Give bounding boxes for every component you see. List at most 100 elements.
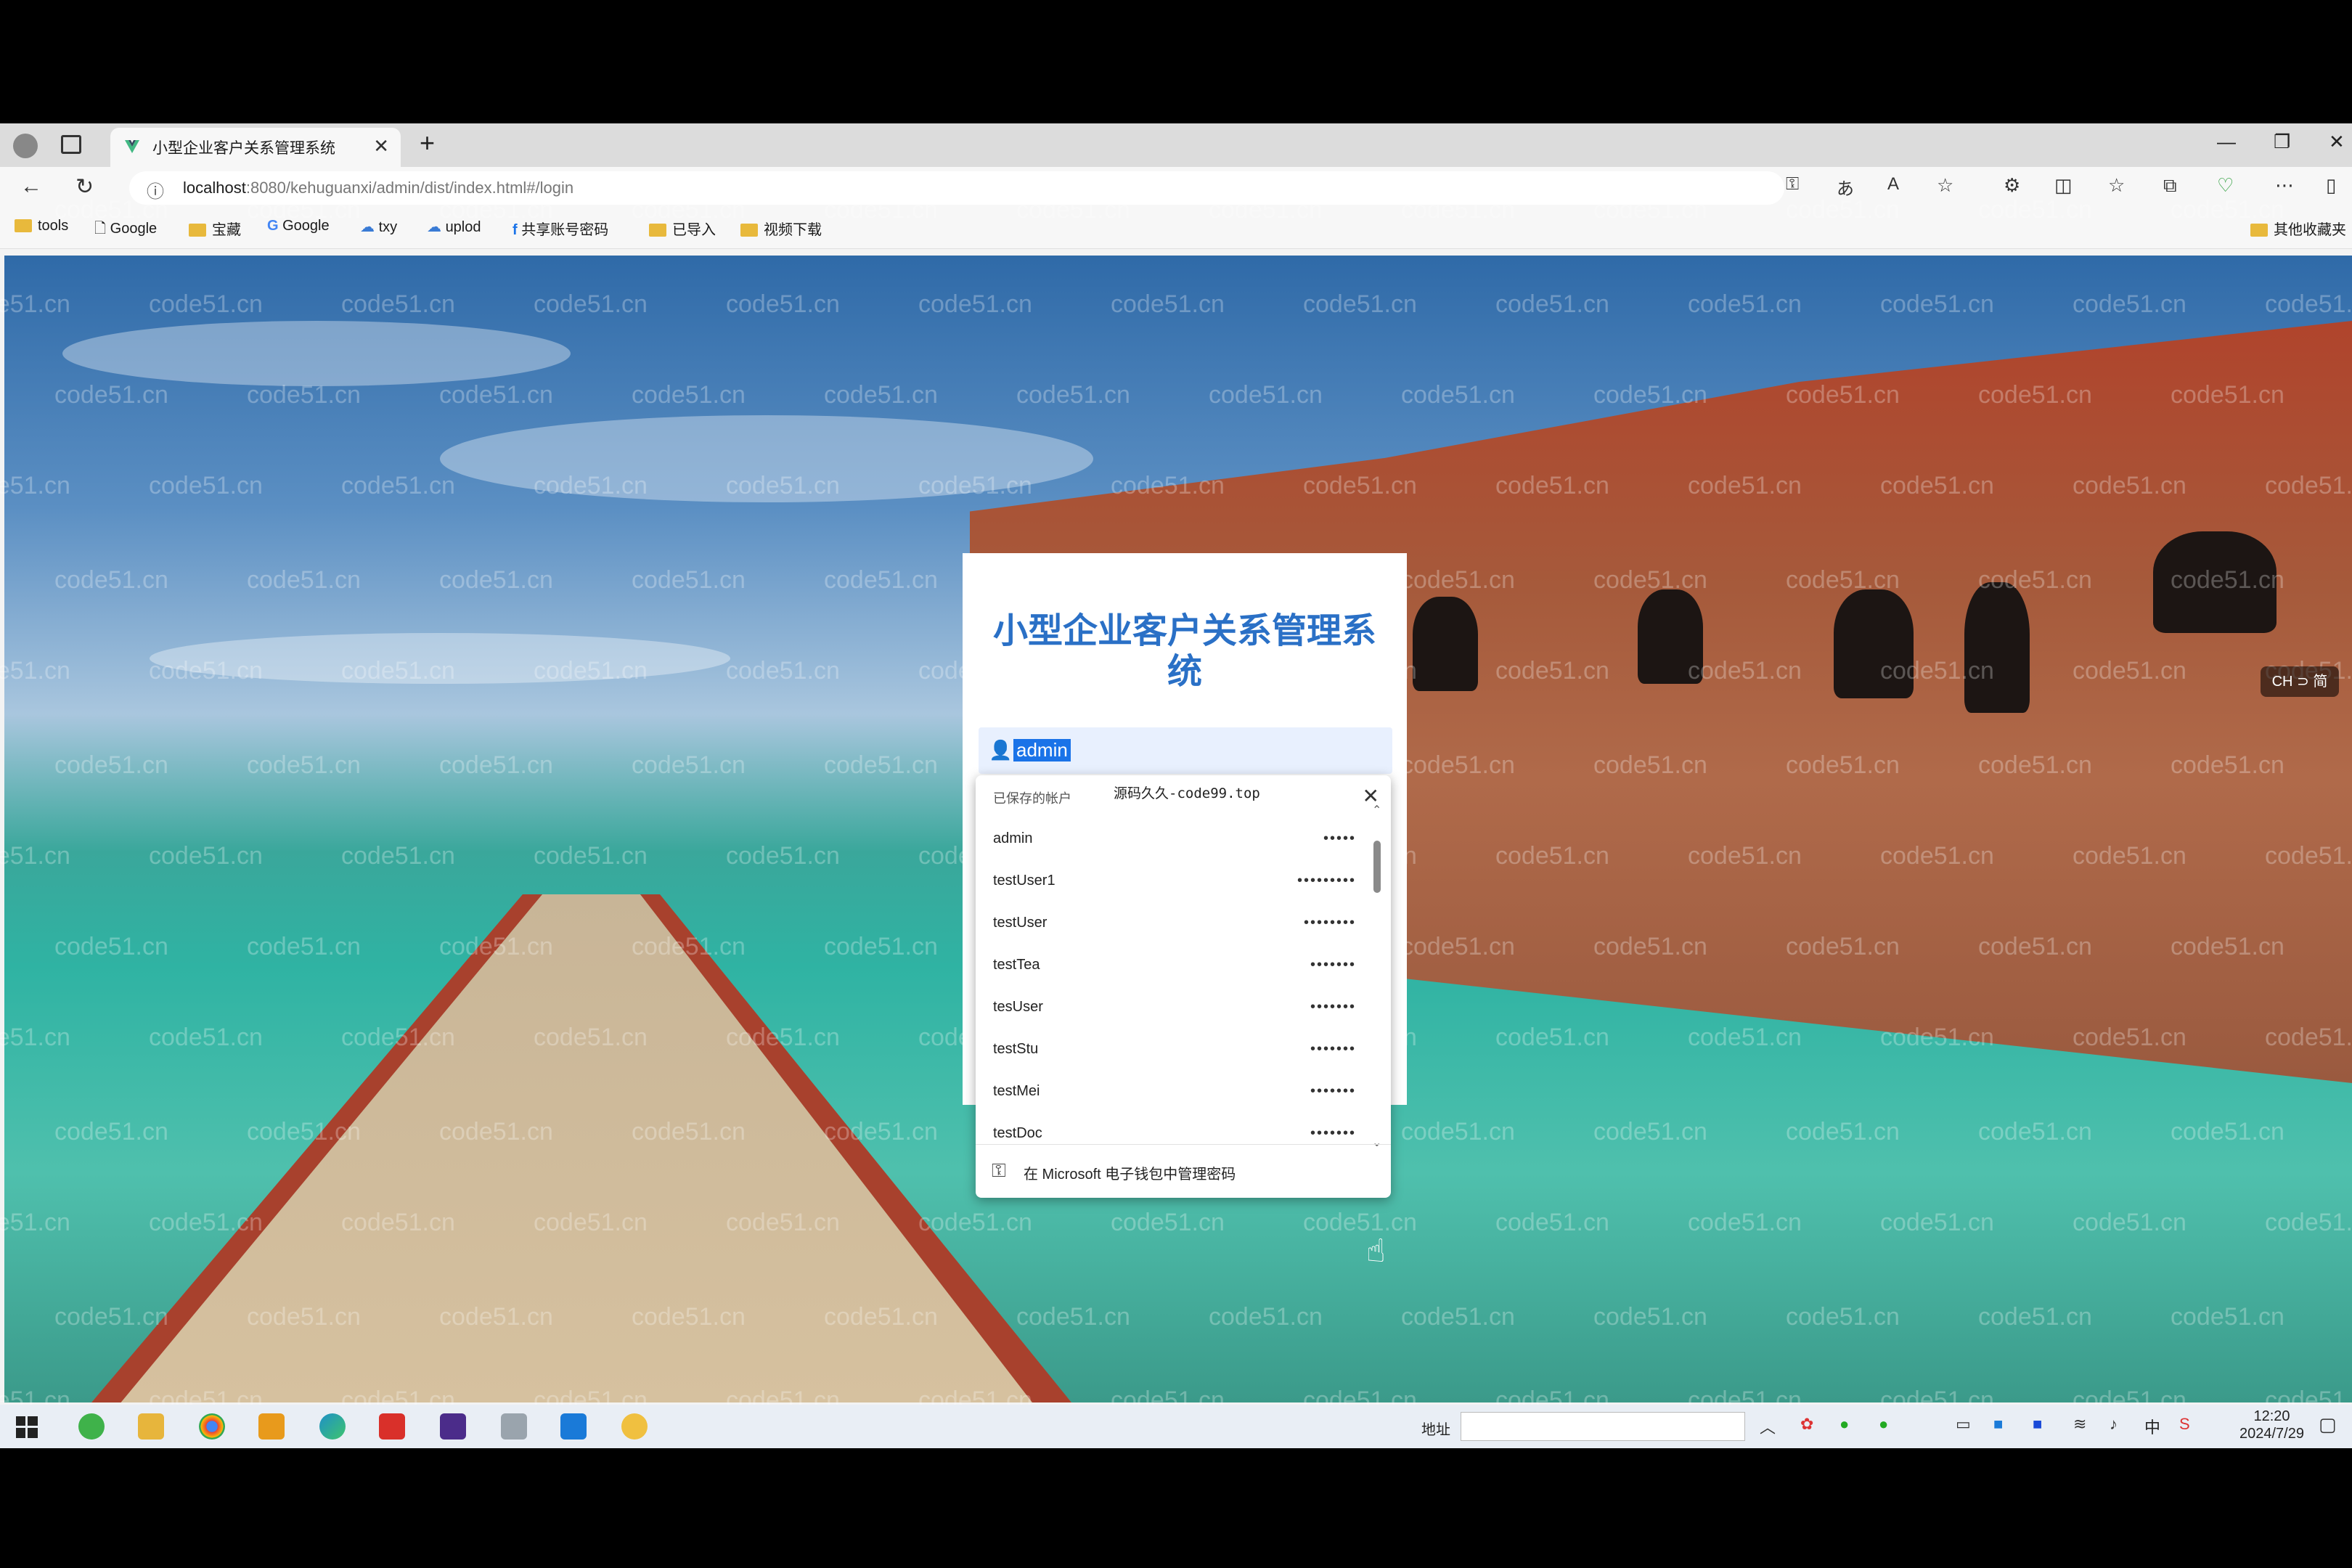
manage-passwords-label: 在 Microsoft 电子钱包中管理密码 — [1024, 1167, 1236, 1183]
bookmark-txy[interactable]: ☁ txy — [360, 218, 397, 236]
saved-account-password-mask: ••••••••• — [1297, 873, 1356, 889]
notification-icon[interactable]: ▢ — [2319, 1413, 2337, 1436]
tray-app-icon[interactable]: ■ — [2033, 1415, 2042, 1434]
feishu-icon: f — [513, 222, 522, 238]
google-icon: G — [267, 218, 283, 234]
bookmark-uplod[interactable]: ☁ uplod — [427, 218, 481, 236]
new-tab-button[interactable]: + — [420, 128, 435, 158]
cloud — [150, 633, 730, 684]
tray-chevron-icon[interactable]: ︿ — [1760, 1415, 1776, 1438]
manage-passwords-link[interactable]: ⚿ 在 Microsoft 电子钱包中管理密码 — [976, 1144, 1391, 1199]
split-screen-icon[interactable]: ◫ — [2054, 174, 2073, 197]
saved-account-item[interactable]: testTea ••••••• — [993, 948, 1356, 990]
url-field[interactable]: ⓘ localhost:8080/kehuguanxi/admin/dist/i… — [129, 171, 1784, 205]
more-menu-icon[interactable]: ⋯ — [2275, 174, 2294, 197]
windows-start-icon[interactable] — [16, 1416, 38, 1438]
saved-accounts-dropdown: 已保存的帐户 源码久久-code99.top ✕ admin ••••• testU… — [976, 775, 1391, 1198]
windows-taskbar: 地址 ︿ ✿ ● ● ▭ ■ ■ ≋ ♪ 中 S 12:20 2024/7/29… — [0, 1405, 2352, 1448]
clock[interactable]: 12:20 2024/7/29 — [2239, 1408, 2304, 1442]
key-icon: ⚿ — [992, 1159, 1006, 1181]
cloud-icon: ☁ — [360, 219, 379, 235]
bookmark-baozang[interactable]: 宝藏 — [189, 218, 241, 239]
saved-account-item[interactable]: testMei ••••••• — [993, 1074, 1356, 1116]
clock-date: 2024/7/29 — [2239, 1426, 2304, 1442]
read-aloud-icon[interactable]: A — [1887, 174, 1899, 195]
sogou-ime-icon[interactable]: S — [2179, 1415, 2190, 1434]
scroll-up-icon[interactable]: ⌃ — [1372, 803, 1381, 817]
saved-account-username: tesUser — [993, 999, 1043, 1015]
bookmark-google[interactable]: G Google — [267, 218, 330, 234]
saved-account-password-mask: ••••••• — [1310, 957, 1356, 973]
wps-icon[interactable] — [379, 1413, 405, 1440]
page-icon: 🗋 — [94, 221, 110, 237]
saved-account-item[interactable]: testStu ••••••• — [993, 1032, 1356, 1074]
saved-account-password-mask: ••••••• — [1310, 1083, 1356, 1099]
bookmark-google-page[interactable]: 🗋 Google — [94, 218, 157, 242]
scrollbar-thumb[interactable] — [1373, 841, 1381, 893]
bookmarks-bar: tools 🗋 Google 宝藏 G Google ☁ txy ☁ uplod… — [0, 209, 2352, 249]
saved-account-username: testStu — [993, 1041, 1039, 1057]
profile-avatar[interactable] — [13, 134, 38, 158]
saved-account-username: testMei — [993, 1083, 1040, 1099]
hand-cursor-icon: ☝ — [1366, 1233, 1386, 1269]
tray-app-icon[interactable]: ● — [1879, 1415, 1888, 1434]
saved-account-username: admin — [993, 830, 1033, 846]
refresh-icon[interactable]: ↻ — [75, 174, 94, 200]
fort-window — [1638, 589, 1703, 684]
intellij-icon[interactable] — [440, 1413, 466, 1440]
scrollbar[interactable]: ⌃ ⌄ — [1372, 804, 1381, 1149]
restore-button[interactable]: ❐ — [2274, 131, 2290, 153]
address-toolbar-input[interactable] — [1461, 1412, 1745, 1441]
collections-icon[interactable]: ⧉ — [2163, 174, 2177, 197]
saved-account-item[interactable]: admin ••••• — [993, 822, 1356, 864]
info-icon[interactable]: ⓘ — [147, 177, 164, 203]
saved-account-item[interactable]: testUser •••••••• — [993, 906, 1356, 948]
tray-app-icon[interactable]: ● — [1839, 1415, 1849, 1434]
saved-account-password-mask: •••••••• — [1303, 915, 1356, 931]
bookmark-other-favorites[interactable]: 其他收藏夹 — [2250, 218, 2346, 239]
extensions-icon[interactable]: ⚙ — [2004, 174, 2020, 197]
username-value: admin — [1013, 739, 1071, 761]
bookmark-video-download[interactable]: 视频下载 — [740, 218, 822, 239]
edge-icon[interactable] — [319, 1413, 346, 1440]
tab-title: 小型企业客户关系管理系统 — [152, 140, 335, 157]
chrome-icon[interactable] — [199, 1413, 225, 1440]
bookmark-tools[interactable]: tools — [15, 218, 68, 234]
file-explorer-icon[interactable] — [138, 1413, 164, 1440]
tab-active[interactable]: 小型企业客户关系管理系统 ✕ — [110, 128, 401, 167]
saved-account-item[interactable]: tesUser ••••••• — [993, 990, 1356, 1032]
favorites-icon[interactable]: ☆ — [2108, 174, 2125, 197]
bookmark-imported[interactable]: 已导入 — [649, 218, 716, 239]
tray-app-icon[interactable]: ▭ — [1956, 1415, 1971, 1434]
app-icon-green[interactable] — [78, 1413, 105, 1440]
volume-icon[interactable]: ♪ — [2110, 1415, 2118, 1434]
sublime-icon[interactable] — [258, 1413, 285, 1440]
translate-icon[interactable]: あ — [1837, 174, 1854, 200]
bookmark-shared-accounts[interactable]: f 共享账号密码 — [513, 218, 608, 239]
tray-app-icon[interactable]: ■ — [1993, 1415, 2003, 1434]
tray-app-icon[interactable]: ✿ — [1800, 1415, 1813, 1434]
tab-close-icon[interactable]: ✕ — [373, 135, 389, 158]
browser-essentials-icon[interactable]: ♡ — [2217, 174, 2234, 197]
tab-actions-icon[interactable] — [61, 135, 81, 154]
saved-accounts-list: admin ••••• testUser1 ••••••••• testUser ••••… — [976, 822, 1368, 1141]
saved-account-item[interactable]: testUser1 ••••••••• — [993, 864, 1356, 906]
ime-language-badge[interactable]: CH ⊃ 简 — [2261, 666, 2339, 697]
favorite-star-icon[interactable]: ☆ — [1937, 174, 1953, 197]
app-icon-gray[interactable] — [501, 1413, 527, 1440]
saved-account-password-mask: ••••• — [1323, 830, 1356, 846]
folder-icon — [15, 219, 32, 232]
password-key-icon[interactable]: ⚿ — [1786, 174, 1799, 195]
back-icon[interactable]: ← — [20, 174, 42, 199]
close-window-button[interactable]: ✕ — [2329, 131, 2345, 153]
folder-icon — [649, 224, 666, 237]
saved-account-password-mask: ••••••• — [1310, 999, 1356, 1015]
app-icon-yellow[interactable] — [621, 1413, 648, 1440]
fort-window — [1834, 589, 1914, 698]
ime-mode-indicator[interactable]: 中 — [2144, 1415, 2160, 1438]
sidebar-toggle-icon[interactable]: ▯ — [2326, 174, 2336, 197]
minimize-button[interactable]: — — [2217, 131, 2236, 153]
wifi-icon[interactable]: ≋ — [2073, 1415, 2086, 1434]
username-input[interactable]: 👤 admin — [979, 727, 1392, 774]
app-icon-blue[interactable] — [560, 1413, 587, 1440]
